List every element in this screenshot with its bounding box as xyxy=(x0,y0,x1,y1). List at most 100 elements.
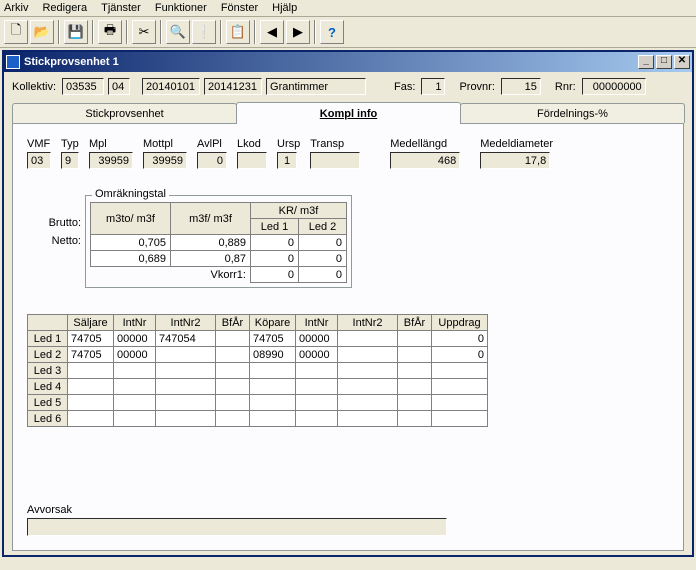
maximize-button[interactable]: □ xyxy=(656,55,672,69)
table-row: Led 5 xyxy=(28,395,488,411)
kind-field: Grantimmer xyxy=(266,78,366,95)
menu-funktioner[interactable]: Funktioner xyxy=(155,2,207,14)
transp-label: Transp xyxy=(310,138,344,150)
cell[interactable] xyxy=(338,395,398,411)
avlpl-label: AvlPl xyxy=(197,138,222,150)
new-icon[interactable]: 🗋 xyxy=(4,20,28,44)
cell[interactable] xyxy=(432,379,488,395)
save-icon[interactable]: 💾 xyxy=(64,20,88,44)
cell[interactable] xyxy=(216,347,250,363)
cell[interactable]: 0 xyxy=(432,331,488,347)
cell[interactable] xyxy=(432,395,488,411)
avvorsak-field[interactable] xyxy=(27,518,447,536)
typ-label: Typ xyxy=(61,138,79,150)
col-m3f: m3f/ m3f xyxy=(171,203,251,235)
cell[interactable]: 00000 xyxy=(114,347,156,363)
menu-arkiv[interactable]: Arkiv xyxy=(4,2,28,14)
minimize-button[interactable]: _ xyxy=(638,55,654,69)
tab-stickprovsenhet[interactable]: Stickprovsenhet xyxy=(12,103,237,123)
cell[interactable] xyxy=(432,363,488,379)
rnr-label: Rnr: xyxy=(555,81,576,93)
kollektiv2-field: 04 xyxy=(108,78,130,95)
cell[interactable] xyxy=(250,363,296,379)
cell[interactable] xyxy=(114,411,156,427)
cell[interactable] xyxy=(216,379,250,395)
cell[interactable] xyxy=(338,331,398,347)
menu-tjanster[interactable]: Tjänster xyxy=(101,2,141,14)
tab-fordelnings[interactable]: Fördelnings-% xyxy=(460,103,685,123)
close-button[interactable]: ✕ xyxy=(674,55,690,69)
menu-hjalp[interactable]: Hjälp xyxy=(272,2,297,14)
tab-body: VMF03 Typ9 Mpl39959 Mottpl39959 AvlPl0 L… xyxy=(12,123,684,551)
cell[interactable]: 0 xyxy=(432,347,488,363)
cell[interactable]: 00000 xyxy=(296,331,338,347)
vkorr-label: Vkorr1: xyxy=(171,267,251,283)
tab-kompl-info[interactable]: Kompl info xyxy=(236,102,461,124)
cell[interactable]: 74705 xyxy=(68,347,114,363)
find-icon[interactable]: 🔍 xyxy=(166,20,190,44)
open-icon[interactable]: 📂 xyxy=(30,20,54,44)
brutto-l1: 0 xyxy=(251,235,299,251)
kollektiv1-field: 03535 xyxy=(62,78,104,95)
cell[interactable] xyxy=(156,347,216,363)
cell[interactable] xyxy=(398,347,432,363)
next-icon[interactable]: ▶ xyxy=(286,20,310,44)
cell[interactable] xyxy=(398,395,432,411)
cut-icon[interactable]: ✂ xyxy=(132,20,156,44)
netto-l2: 0 xyxy=(299,251,347,267)
cell[interactable] xyxy=(114,363,156,379)
cell[interactable] xyxy=(114,379,156,395)
cell[interactable] xyxy=(338,347,398,363)
cell[interactable] xyxy=(398,379,432,395)
cell[interactable] xyxy=(338,363,398,379)
led-h-uppdrag: Uppdrag xyxy=(432,315,488,331)
cell[interactable] xyxy=(296,395,338,411)
cell[interactable] xyxy=(68,395,114,411)
help-icon[interactable]: ? xyxy=(320,20,344,44)
cell[interactable] xyxy=(398,331,432,347)
row-vkorr: Vkorr1: 0 0 xyxy=(91,267,347,283)
cell[interactable] xyxy=(398,411,432,427)
cell[interactable] xyxy=(156,395,216,411)
cell[interactable] xyxy=(68,411,114,427)
info-icon[interactable]: ❕ xyxy=(192,20,216,44)
prev-icon[interactable]: ◀ xyxy=(260,20,284,44)
cell[interactable] xyxy=(68,379,114,395)
cell[interactable] xyxy=(398,363,432,379)
print-icon[interactable]: 🖶 xyxy=(98,20,122,44)
cell[interactable]: 74705 xyxy=(68,331,114,347)
cell[interactable] xyxy=(216,363,250,379)
cell[interactable] xyxy=(216,331,250,347)
cell[interactable] xyxy=(216,411,250,427)
cell[interactable] xyxy=(432,411,488,427)
cell[interactable] xyxy=(338,379,398,395)
cell[interactable] xyxy=(338,411,398,427)
cell[interactable] xyxy=(114,395,156,411)
cell[interactable] xyxy=(296,411,338,427)
provnr-field: 15 xyxy=(501,78,541,95)
cell[interactable]: 00000 xyxy=(296,347,338,363)
cell[interactable] xyxy=(156,363,216,379)
cell[interactable] xyxy=(296,363,338,379)
menu-fonster[interactable]: Fönster xyxy=(221,2,258,14)
medellangd-label: Medellängd xyxy=(390,138,447,150)
cell[interactable] xyxy=(156,411,216,427)
cell[interactable] xyxy=(216,395,250,411)
window-title: Stickprovsenhet 1 xyxy=(24,56,636,68)
menu-bar: Arkiv Redigera Tjänster Funktioner Fönst… xyxy=(0,0,696,17)
cell[interactable] xyxy=(296,379,338,395)
provnr-label: Provnr: xyxy=(459,81,494,93)
cell[interactable] xyxy=(250,411,296,427)
cell[interactable] xyxy=(156,379,216,395)
row-netto: 0,689 0,87 0 0 xyxy=(91,251,347,267)
copy-icon[interactable]: 📋 xyxy=(226,20,250,44)
medellangd-field: 468 xyxy=(390,152,460,169)
cell[interactable]: 00000 xyxy=(114,331,156,347)
cell[interactable] xyxy=(250,395,296,411)
cell[interactable] xyxy=(250,379,296,395)
menu-redigera[interactable]: Redigera xyxy=(42,2,87,14)
cell[interactable]: 74705 xyxy=(250,331,296,347)
cell[interactable]: 08990 xyxy=(250,347,296,363)
cell[interactable] xyxy=(68,363,114,379)
cell[interactable]: 747054 xyxy=(156,331,216,347)
